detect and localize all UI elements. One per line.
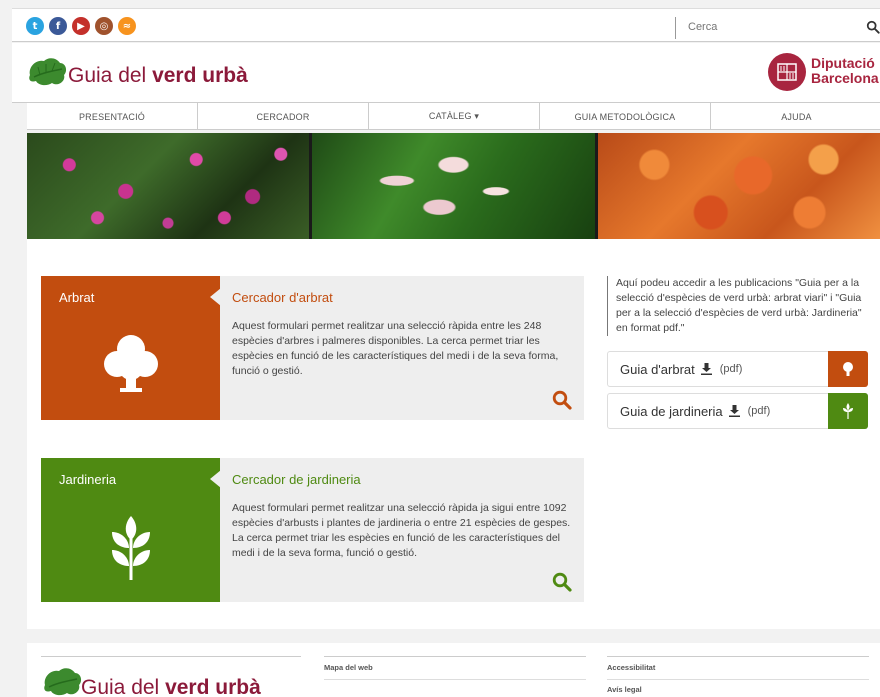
card-arbrat-description: Aquest formulari permet realitzar una se… bbox=[232, 320, 559, 377]
coat-of-arms-icon bbox=[777, 63, 797, 81]
main-content: Arbrat Cercador d'arbrat Aquest formular… bbox=[27, 239, 880, 629]
card-jardineria-body: Cercador de jardineria Aquest formulari … bbox=[220, 458, 584, 602]
guide-arbrat-label: Guia d'arbrat bbox=[620, 361, 695, 377]
facebook-icon[interactable]: f bbox=[49, 17, 67, 35]
nav-presentacio[interactable]: Presentació bbox=[27, 103, 198, 130]
main-nav: Presentació Cercador Catàleg ▾ Guia meto… bbox=[27, 103, 880, 130]
search-icon[interactable] bbox=[552, 572, 572, 592]
footer-title-bold: verd urbà bbox=[165, 676, 261, 697]
footer-link-legal[interactable]: Avís legal bbox=[607, 685, 642, 694]
card-arbrat-title[interactable]: Cercador d'arbrat bbox=[232, 290, 572, 305]
plant-icon bbox=[843, 403, 853, 419]
diputacio-line2: Barcelona bbox=[811, 70, 879, 86]
footer-link-sitemap[interactable]: Mapa del web bbox=[324, 663, 373, 672]
download-icon bbox=[728, 405, 740, 417]
footer-link-accessibility[interactable]: Accessibilitat bbox=[607, 663, 655, 672]
plant-icon bbox=[111, 516, 150, 580]
card-arbrat[interactable]: Arbrat Cercador d'arbrat Aquest formular… bbox=[41, 276, 584, 420]
site-title-bold: verd urbà bbox=[152, 64, 248, 87]
banner-image-autumn-tree bbox=[597, 133, 880, 239]
youtube-icon[interactable]: ▶ bbox=[72, 17, 90, 35]
footer-divider bbox=[607, 679, 869, 680]
guide-arbrat-format: (pdf) bbox=[719, 363, 743, 375]
rss-icon[interactable]: ≈ bbox=[118, 17, 136, 35]
footer-divider bbox=[41, 656, 301, 657]
card-jardineria-description: Aquest formulari permet realitzar una se… bbox=[232, 502, 571, 559]
card-arbrat-body: Cercador d'arbrat Aquest formulari perme… bbox=[220, 276, 584, 420]
diputacio-seal-icon[interactable] bbox=[768, 53, 806, 91]
search-icon[interactable] bbox=[552, 390, 572, 410]
nav-cercador[interactable]: Cercador bbox=[198, 103, 369, 130]
search-box bbox=[675, 17, 880, 39]
guide-jardineria-button[interactable]: Guia de jardineria (pdf) bbox=[607, 393, 868, 429]
top-bar: t f ▶ ◎ ≈ bbox=[12, 8, 880, 42]
nav-guia-metodologica[interactable]: Guia metodològica bbox=[540, 103, 711, 130]
nav-ajuda[interactable]: Ajuda bbox=[711, 103, 880, 130]
tree-icon bbox=[843, 362, 853, 376]
twitter-icon[interactable]: t bbox=[26, 17, 44, 35]
banner-image-oleander bbox=[312, 133, 595, 239]
footer-divider bbox=[607, 656, 869, 657]
footer-divider bbox=[324, 656, 586, 657]
footer-title-light: Guia del bbox=[81, 676, 166, 697]
site-header: Guia del verd urbà Diputació Barcelona bbox=[12, 43, 880, 103]
diputacio-line1: Diputació bbox=[811, 55, 875, 71]
guide-arbrat-button[interactable]: Guia d'arbrat (pdf) bbox=[607, 351, 868, 387]
page: tf▶◎≈ Guia del verd urbà D bbox=[0, 0, 880, 697]
footer-site-title[interactable]: Guia del verd urbà bbox=[81, 676, 261, 697]
guide-jardineria-label: Guia de jardineria bbox=[620, 403, 723, 419]
download-icon bbox=[700, 363, 712, 375]
site-footer: Mapa del web Accessibilitat Avís legal G… bbox=[27, 643, 880, 697]
card-jardineria-side: Jardineria bbox=[41, 458, 221, 602]
nav-cataleg[interactable]: Catàleg ▾ bbox=[369, 103, 540, 130]
card-jardineria-title[interactable]: Cercador de jardineria bbox=[232, 472, 572, 487]
card-arbrat-side: Arbrat bbox=[41, 276, 221, 420]
site-title-light: Guia del bbox=[68, 64, 153, 87]
leaf-logo-icon[interactable] bbox=[26, 55, 68, 89]
instagram-icon[interactable]: ◎ bbox=[95, 17, 113, 35]
banner-image-flowers bbox=[27, 133, 310, 239]
guide-jardineria-badge bbox=[828, 393, 868, 429]
diputacio-name[interactable]: Diputació Barcelona bbox=[811, 56, 879, 86]
guide-arbrat-badge bbox=[828, 351, 868, 387]
search-input[interactable] bbox=[688, 21, 848, 33]
guide-jardineria-format: (pdf) bbox=[747, 405, 771, 417]
site-title[interactable]: Guia del verd urbà bbox=[68, 64, 248, 88]
hero-banner bbox=[27, 133, 880, 239]
leaf-logo-icon[interactable] bbox=[41, 665, 83, 697]
footer-divider bbox=[324, 679, 586, 680]
search-icon[interactable] bbox=[866, 20, 880, 34]
card-jardineria-category: Jardineria bbox=[59, 472, 117, 487]
social-links: t f ▶ ◎ ≈ bbox=[26, 17, 136, 35]
tree-icon bbox=[103, 335, 158, 392]
card-arbrat-category: Arbrat bbox=[59, 290, 95, 305]
card-jardineria[interactable]: Jardineria Cercador de jardineria Aquest… bbox=[41, 458, 584, 602]
publications-intro: Aquí podeu accedir a les publicacions "G… bbox=[607, 276, 869, 336]
